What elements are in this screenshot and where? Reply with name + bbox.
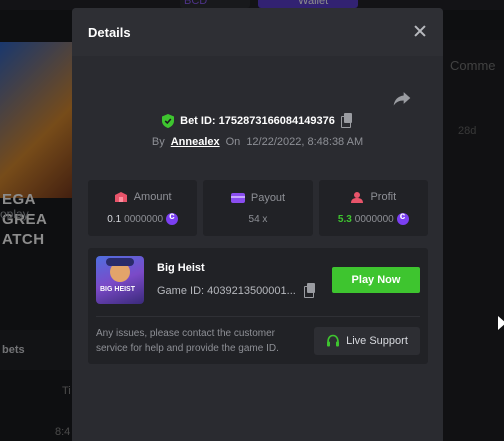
mouse-cursor	[498, 316, 504, 330]
coin-icon	[396, 211, 409, 225]
profit-icon	[351, 192, 364, 203]
stat-profit-label: Profit	[370, 191, 397, 203]
share-icon[interactable]	[392, 88, 412, 108]
stat-payout-value: 54 x	[248, 213, 268, 225]
bet-datetime: 12/22/2022, 8:48:38 AM	[246, 136, 364, 148]
game-id-row: Game ID: 4039213500001...	[157, 283, 316, 298]
stat-profit-value-suffix: 0000000	[354, 213, 394, 225]
thumbnail-hat	[106, 258, 134, 266]
bet-author-row: By Annealex On 12/22/2022, 8:48:38 AM	[72, 136, 443, 148]
modal-header: Details	[72, 8, 443, 56]
support-text: Any issues, please contact the customer …	[96, 328, 279, 354]
copy-icon[interactable]	[303, 283, 316, 298]
play-now-button[interactable]: Play Now	[332, 267, 420, 293]
bet-id: Bet ID: 1752873166084149376	[180, 115, 335, 127]
amount-icon	[114, 192, 127, 202]
coin-icon	[166, 211, 179, 225]
user-link[interactable]: Annealex	[171, 136, 220, 148]
game-card: BIG HEIST Big Heist Game ID: 40392135000…	[88, 248, 428, 364]
stat-payout: Payout 54 x	[203, 180, 313, 236]
live-support-button[interactable]: Live Support	[314, 327, 420, 355]
bet-id-row: Bet ID: 1752873166084149376	[72, 113, 443, 128]
shield-check-icon	[162, 114, 175, 128]
modal-title: Details	[88, 24, 131, 40]
live-support-label: Live Support	[346, 335, 408, 347]
stat-profit-value: 5.3	[337, 213, 352, 225]
by-label: By	[151, 136, 165, 148]
stat-profit: Profit 5.3 0000000	[318, 180, 428, 236]
bet-details-modal: Details Bet ID: 1752873166084149376 By A…	[72, 8, 443, 441]
headset-icon	[327, 334, 340, 347]
stat-amount-label: Amount	[133, 191, 172, 203]
game-id: Game ID: 4039213500001...	[157, 285, 296, 297]
payout-icon	[230, 192, 245, 203]
game-name: Big Heist	[157, 262, 205, 274]
divider	[96, 316, 420, 317]
stat-payout-label: Payout	[250, 191, 286, 204]
game-thumbnail[interactable]: BIG HEIST	[96, 256, 144, 304]
bet-stats: Amount 0.10000000 Payout 54 x	[88, 180, 428, 236]
stat-amount-value-suffix: 0000000	[124, 213, 164, 225]
stat-amount-value: 0.1	[107, 213, 122, 225]
stat-amount: Amount 0.1 0000000	[88, 180, 198, 236]
thumbnail-title: BIG HEIST	[100, 286, 136, 293]
copy-icon[interactable]	[340, 113, 353, 128]
close-icon[interactable]	[413, 24, 427, 38]
on-label: On	[225, 136, 241, 148]
